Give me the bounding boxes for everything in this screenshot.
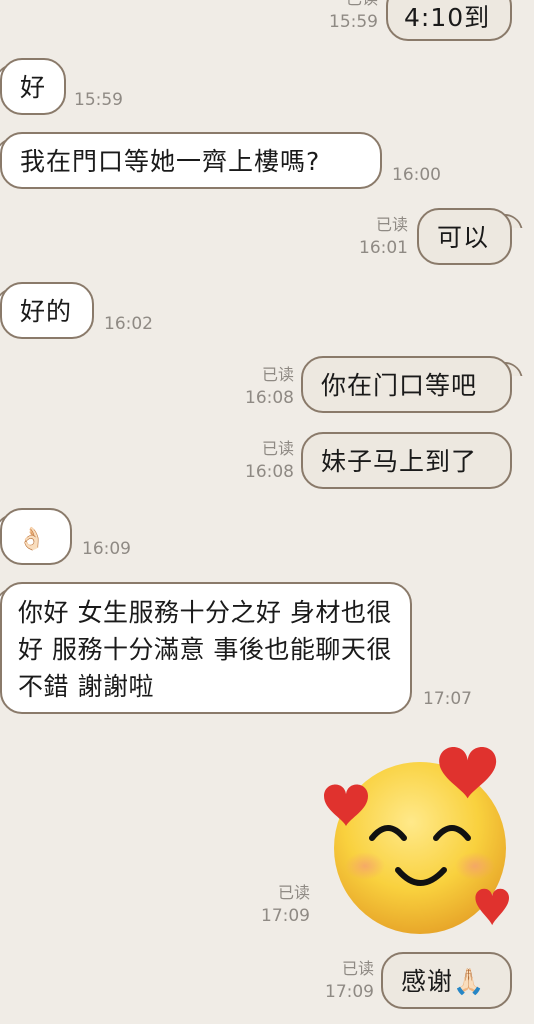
message-bubble-outgoing[interactable]: 妹子马上到了 bbox=[301, 432, 512, 489]
read-receipt: 已读 bbox=[261, 439, 294, 458]
ok-hand-emoji: 👌🏻 bbox=[18, 527, 47, 552]
message-time: 17:09 bbox=[261, 906, 310, 926]
message-time: 16:08 bbox=[245, 462, 294, 482]
message-text: 可以 bbox=[437, 223, 490, 252]
read-receipt: 已读 bbox=[375, 215, 408, 234]
read-receipt: 已读 bbox=[341, 959, 374, 978]
message-text: 感谢🙏🏻 bbox=[401, 967, 486, 996]
message-text: 好的 bbox=[20, 297, 73, 326]
message-time: 15:59 bbox=[329, 12, 378, 32]
message-bubble-incoming[interactable]: 👌🏻 bbox=[0, 508, 72, 565]
message-bubble-outgoing[interactable]: 你在门口等吧 bbox=[301, 356, 512, 413]
message-bubble-incoming[interactable]: 我在門口等她一齊上樓嗎? bbox=[0, 132, 382, 189]
message-meta: 已读 16:08 bbox=[224, 364, 294, 410]
message-meta: 已读 16:01 bbox=[338, 214, 408, 260]
message-text: 好 bbox=[20, 73, 47, 102]
message-time: 15:59 bbox=[74, 90, 123, 110]
message-time: 17:07 bbox=[423, 689, 472, 709]
message-meta: 已读 15:59 bbox=[308, 0, 378, 34]
message-text: 你在门口等吧 bbox=[321, 371, 478, 400]
message-meta: 已读 16:08 bbox=[224, 438, 294, 484]
message-time: 16:08 bbox=[245, 388, 294, 408]
smiling-face-with-hearts-sticker[interactable] bbox=[320, 738, 520, 938]
message-bubble-incoming[interactable]: 你好 女生服務十分之好 身材也很好 服務十分滿意 事後也能聊天很不錯 謝謝啦 bbox=[0, 582, 412, 714]
message-bubble-incoming[interactable]: 好的 bbox=[0, 282, 94, 339]
read-receipt: 已读 bbox=[308, 0, 378, 10]
read-receipt: 已读 bbox=[277, 883, 310, 902]
message-bubble-incoming[interactable]: 好 bbox=[0, 58, 66, 115]
message-time: 16:00 bbox=[392, 165, 441, 185]
read-receipt: 已读 bbox=[261, 365, 294, 384]
message-bubble-outgoing[interactable]: 4:10到 bbox=[386, 0, 512, 41]
message-meta: 已读 17:09 bbox=[240, 882, 310, 928]
message-text: 我在門口等她一齊上樓嗎? bbox=[20, 147, 321, 176]
message-text: 妹子马上到了 bbox=[321, 447, 478, 476]
message-time: 16:01 bbox=[359, 238, 408, 258]
message-time: 16:02 bbox=[104, 314, 153, 334]
message-bubble-outgoing[interactable]: 可以 bbox=[417, 208, 512, 265]
message-time: 17:09 bbox=[325, 982, 374, 1002]
message-meta: 已读 17:09 bbox=[304, 958, 374, 1004]
message-text: 4:10到 bbox=[404, 3, 491, 32]
message-text: 你好 女生服務十分之好 身材也很好 服務十分滿意 事後也能聊天很不錯 謝謝啦 bbox=[18, 598, 392, 701]
message-bubble-outgoing[interactable]: 感谢🙏🏻 bbox=[381, 952, 512, 1009]
message-time: 16:09 bbox=[82, 539, 131, 559]
